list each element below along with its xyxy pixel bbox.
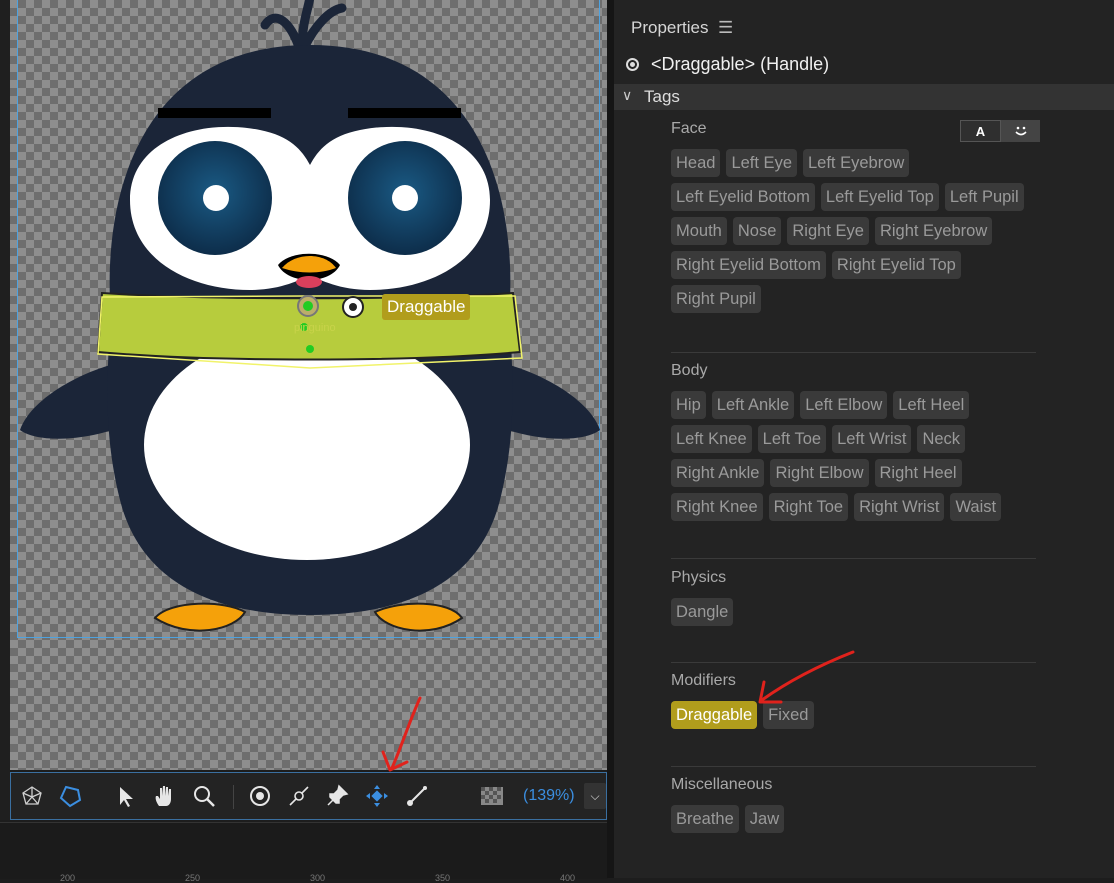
tag-button[interactable]: Head [671,149,721,177]
tag-list: Breathe Jaw [671,805,1036,833]
panel-menu-icon[interactable]: ☰ [718,18,733,38]
tags-section-header[interactable]: ∨ Tags [614,84,1114,110]
tag-button[interactable]: Left Ankle [711,391,795,419]
tag-button[interactable]: Nose [732,217,782,245]
tag-button[interactable]: Right Pupil [671,285,761,313]
pin-icon[interactable] [324,783,350,809]
ruler-tick: 300 [310,873,326,883]
dangle-icon[interactable] [286,783,312,809]
section-divider [671,352,1036,353]
perspective-icon[interactable] [19,783,45,809]
canvas-toolbar: (139%) ⌵ [10,772,607,820]
tag-section-face: Face Head Left Eye Left Eyebrow Left Eye… [671,120,1036,313]
tag-button[interactable]: Neck [917,425,966,453]
tag-list: Hip Left Ankle Left Elbow Left Heel Left… [671,391,1036,521]
tag-button[interactable]: Right Toe [768,493,849,521]
zoom-level[interactable]: (139%) [523,787,575,805]
transparency-grid-icon[interactable] [479,783,505,809]
tag-button[interactable]: Left Eyelid Bottom [671,183,815,211]
tag-list: Draggable Fixed [671,701,1036,729]
tag-button[interactable]: Dangle [671,598,734,626]
tag-button[interactable]: Right Eyelid Top [831,251,961,279]
section-title: Body [671,362,708,379]
tag-button[interactable]: Right Wrist [854,493,945,521]
timeline-panel: 200 250 300 350 400 [0,822,608,883]
tag-button[interactable]: Hip [671,391,706,419]
origin-icon[interactable] [247,783,273,809]
selected-handle-row: <Draggable> (Handle) [626,54,829,75]
draggable-icon[interactable] [364,783,390,809]
tag-button[interactable]: Right Eye [787,217,869,245]
tag-list: Dangle [671,598,1036,626]
tag-section-miscellaneous: Miscellaneous Breathe Jaw [671,776,1036,833]
tag-list: Head Left Eye Left Eyebrow Left Eyelid B… [671,149,1036,313]
penguin-artwork[interactable] [10,0,607,770]
zoom-icon[interactable] [191,783,217,809]
handle-tag-badge[interactable]: Draggable [382,294,471,320]
polygon-icon[interactable] [57,783,83,809]
tag-section-modifiers: Modifiers Draggable Fixed [671,672,1036,729]
handle-label: <Draggable> (Handle) [651,54,830,74]
tag-section-physics: Physics Dangle [671,569,1036,626]
tag-button[interactable]: Right Eyelid Bottom [671,251,826,279]
tag-button[interactable]: Left Pupil [944,183,1024,211]
zoom-dropdown-button[interactable]: ⌵ [584,783,606,809]
tag-button[interactable]: Fixed [763,701,814,729]
tag-button[interactable]: Left Eyelid Top [820,183,939,211]
ruler-tick: 400 [560,873,576,883]
panel-title: Properties [631,18,709,37]
tag-button[interactable]: Mouth [671,217,727,245]
tag-button[interactable]: Left Toe [757,425,827,453]
handle-target-icon [626,58,639,71]
section-title: Physics [671,569,727,586]
chevron-down-icon: ⌵ [590,788,600,803]
ruler-tick: 250 [185,873,201,883]
properties-panel: Properties ☰ <Draggable> (Handle) ∨ Tags… [614,0,1114,878]
tag-button[interactable]: Jaw [744,805,785,833]
tags-header-label: Tags [644,87,680,106]
tag-button[interactable]: Left Eyebrow [803,149,910,177]
tag-button[interactable]: Breathe [671,805,739,833]
select-icon[interactable] [113,783,139,809]
tag-button[interactable]: Left Eye [726,149,797,177]
ruler-tick: 350 [435,873,451,883]
tag-button[interactable]: Right Eyebrow [874,217,993,245]
stick-icon[interactable] [404,783,430,809]
stage-viewport[interactable]: pinguino Draggable [10,0,607,770]
canvas-area: pinguino Draggable (139%) ⌵ 200 250 300 … [0,0,608,883]
section-divider [671,558,1036,559]
panel-divider[interactable] [607,0,614,878]
section-title: Modifiers [671,672,736,689]
tag-button[interactable]: Left Knee [671,425,752,453]
tag-button[interactable]: Right Elbow [770,459,869,487]
tag-button[interactable]: Waist [950,493,1002,521]
toolbar-divider [233,785,234,809]
tag-button[interactable]: Left Elbow [800,391,888,419]
hand-icon[interactable] [151,783,177,809]
tag-button[interactable]: Right Knee [671,493,763,521]
ruler-tick: 200 [60,873,76,883]
tag-button[interactable]: Left Wrist [832,425,912,453]
puppet-name-label: pinguino [294,322,336,334]
section-divider [671,766,1036,767]
left-panel-edge [0,0,10,820]
tag-section-body: Body Hip Left Ankle Left Elbow Left Heel… [671,362,1036,521]
section-divider [671,662,1036,663]
section-title: Face [671,120,707,137]
chevron-down-icon: ∨ [622,87,633,103]
tag-button-active[interactable]: Draggable [671,701,758,729]
tag-button[interactable]: Left Heel [893,391,970,419]
tag-button[interactable]: Right Heel [874,459,962,487]
tag-button[interactable]: Right Ankle [671,459,765,487]
section-title: Miscellaneous [671,776,773,793]
